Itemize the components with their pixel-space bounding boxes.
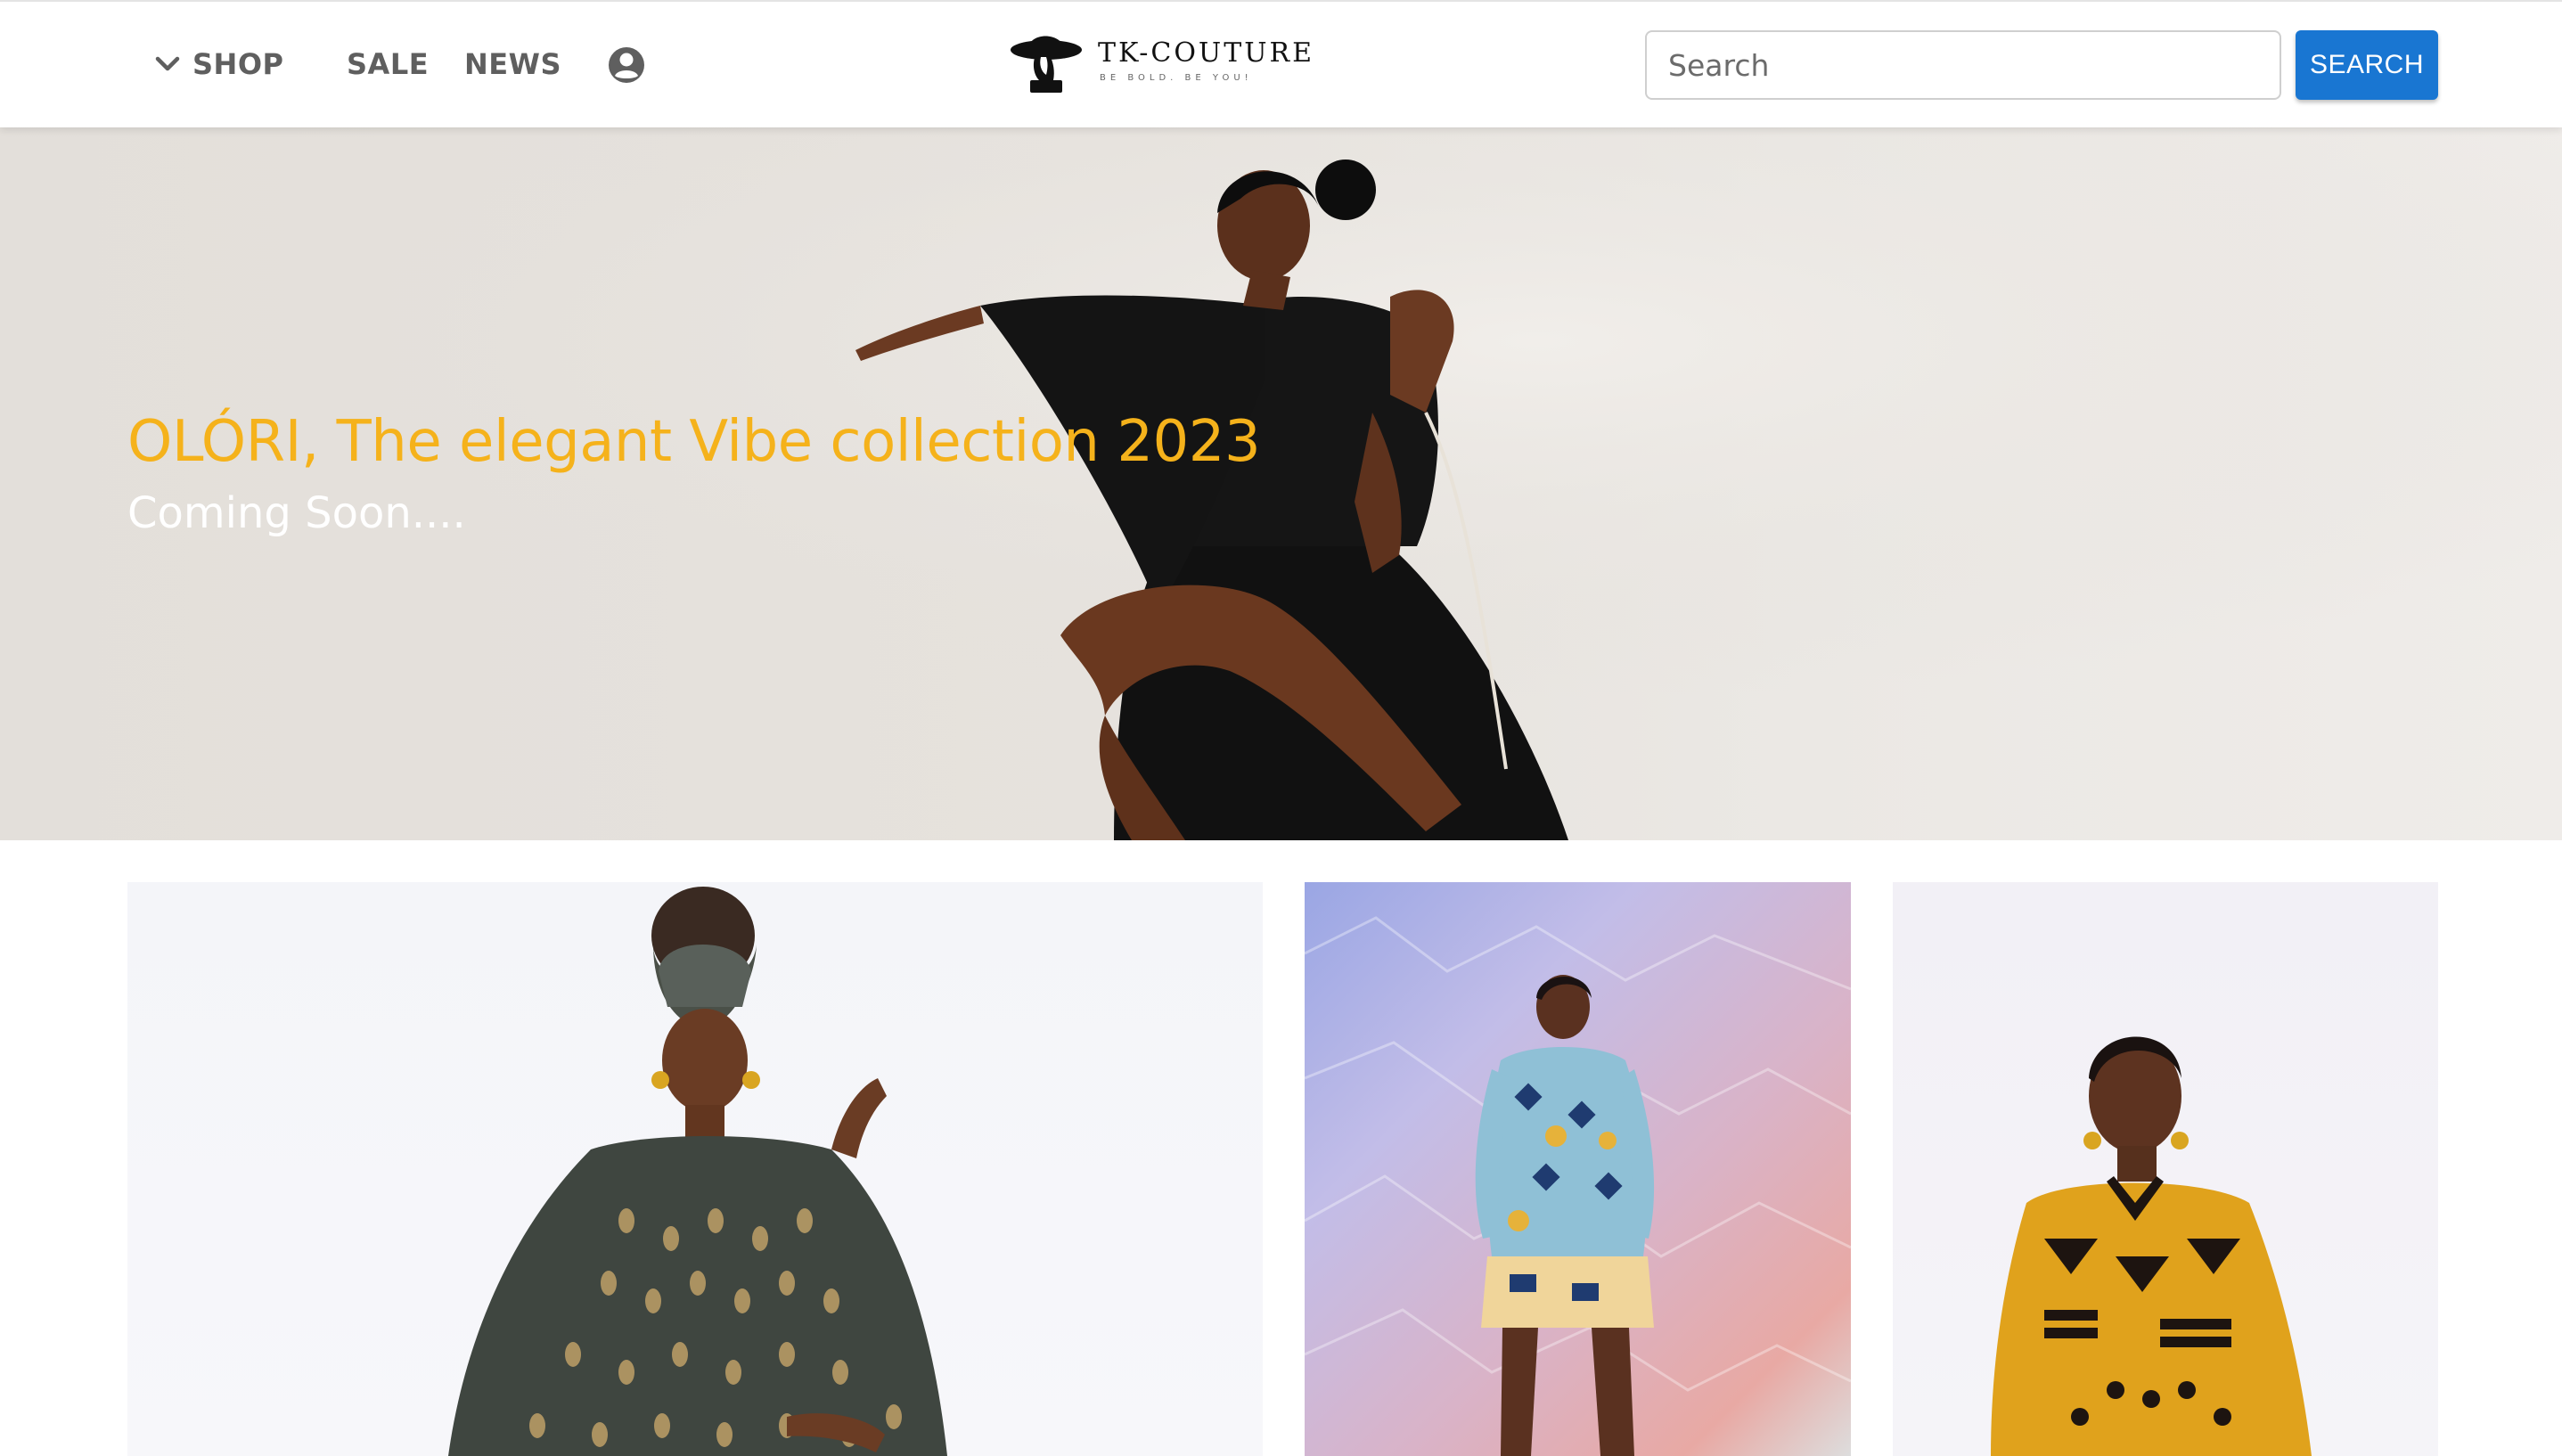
product-image: [448, 887, 947, 1456]
nav-shop-menu[interactable]: SHOP: [155, 43, 283, 86]
nav-sale-link[interactable]: SALE: [347, 43, 429, 86]
nav-news-link[interactable]: NEWS: [464, 43, 561, 86]
brand-name: TK-COUTURE: [1098, 37, 1314, 69]
product-card[interactable]: [1305, 882, 1851, 1456]
hat-woman-logo-icon: [1011, 36, 1082, 93]
product-image: [1991, 1036, 2312, 1456]
product-card[interactable]: [127, 882, 1263, 1456]
account-circle-icon[interactable]: [608, 46, 645, 84]
search-button[interactable]: SEARCH: [2296, 30, 2438, 100]
hero-subtitle: Coming Soon....: [127, 488, 466, 538]
chevron-down-icon: [155, 55, 180, 73]
top-navbar: SHOP SALE NEWS TK-COUTURE BE BOLD. BE YO…: [0, 0, 2562, 127]
nav-shop-label: SHOP: [192, 47, 284, 81]
hero-banner: OLÓRI, The elegant Vibe collection 2023 …: [0, 127, 2562, 840]
product-image: [1305, 916, 1851, 1456]
brand-tagline: BE BOLD. BE YOU!: [1100, 73, 1253, 83]
search-input[interactable]: [1645, 30, 2281, 100]
hero-title: OLÓRI, The elegant Vibe collection 2023: [127, 409, 1261, 475]
product-card[interactable]: [1893, 882, 2438, 1456]
hero-model-image: [0, 127, 2562, 840]
brand-logo[interactable]: TK-COUTURE BE BOLD. BE YOU!: [1009, 29, 1312, 103]
